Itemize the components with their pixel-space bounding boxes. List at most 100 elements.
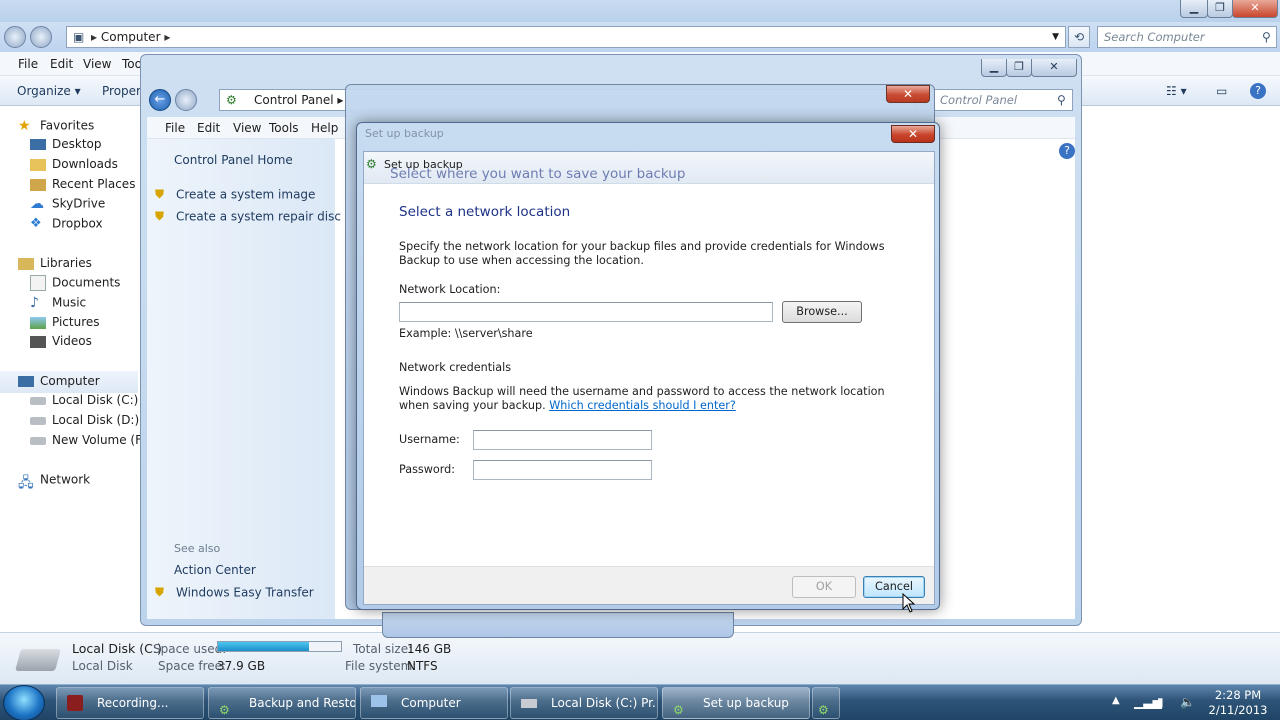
nav-local-disk-d[interactable]: Local Disk (D:): [30, 413, 139, 427]
taskbar: Recording... ⚙Backup and Restore Compute…: [0, 684, 1280, 720]
cp-menu-view[interactable]: View: [233, 121, 261, 135]
control-panel-home-link[interactable]: Control Panel Home: [174, 153, 293, 167]
browse-button[interactable]: Browse...: [782, 301, 862, 323]
nav-desktop[interactable]: Desktop: [30, 137, 102, 151]
taskbar-computer[interactable]: Computer: [360, 687, 508, 719]
search-icon[interactable]: ⚲: [1057, 93, 1066, 107]
cp-forward-button[interactable]: [175, 89, 197, 111]
credentials-text: Windows Backup will need the username an…: [399, 385, 885, 412]
credentials-help-link[interactable]: Which credentials should I enter?: [549, 399, 736, 412]
dialog-ghost-title: Set up backup: [365, 127, 444, 140]
cp-menu-help[interactable]: Help: [311, 121, 338, 135]
dialog-bg-heading: Select where you want to save your backu…: [390, 166, 686, 182]
cp-maximize-button[interactable]: ❐: [1006, 59, 1032, 77]
ok-button[interactable]: OK: [792, 576, 856, 598]
menu-file[interactable]: File: [18, 57, 38, 71]
forward-button[interactable]: [30, 26, 52, 48]
computer-icon: [371, 695, 387, 707]
create-repair-disc-link[interactable]: ⛊ Create a system repair disc: [155, 209, 341, 225]
cp-minimize-button[interactable]: ▁: [981, 59, 1007, 77]
minimize-button[interactable]: ▁: [1180, 0, 1208, 18]
videos-icon: [30, 335, 46, 348]
username-input[interactable]: [473, 430, 652, 450]
create-system-image-link[interactable]: ⛊ Create a system image: [155, 187, 315, 203]
nav-local-disk-c[interactable]: Local Disk (C:): [30, 393, 138, 407]
address-breadcrumb[interactable]: Computer: [101, 30, 161, 44]
dialog-content: ⚙ Set up backup Select where you want to…: [363, 151, 935, 605]
nav-videos[interactable]: Videos: [30, 334, 92, 348]
nav-new-volume-f[interactable]: New Volume (F:): [30, 433, 150, 447]
nav-favorites[interactable]: ★ Favorites: [18, 118, 94, 134]
cp-close-button[interactable]: ✕: [1031, 59, 1077, 77]
cp-help-icon[interactable]: ?: [1059, 143, 1075, 159]
taskbar-extra[interactable]: ⚙: [812, 687, 840, 719]
network-location-input[interactable]: [399, 302, 773, 322]
control-panel-icon: ⚙: [226, 93, 237, 107]
total-size-label: Total size:: [353, 642, 413, 656]
nav-documents[interactable]: Documents: [30, 275, 120, 291]
view-options-icon[interactable]: ☷ ▾: [1166, 84, 1187, 98]
help-icon[interactable]: ?: [1250, 83, 1266, 99]
preview-pane-icon[interactable]: ▭: [1216, 84, 1227, 98]
start-button[interactable]: [3, 685, 45, 720]
recording-icon: [67, 695, 83, 711]
drive-icon: [30, 436, 46, 445]
close-button[interactable]: ✕: [1232, 0, 1278, 18]
nav-music[interactable]: ♪ Music: [30, 295, 86, 311]
maximize-button[interactable]: ❐: [1207, 0, 1233, 18]
password-input[interactable]: [473, 460, 652, 480]
cp-menu-file[interactable]: File: [165, 121, 185, 135]
volume-icon[interactable]: 🔈: [1180, 695, 1195, 709]
cp-menu-edit[interactable]: Edit: [197, 121, 220, 135]
clock[interactable]: 2:28 PM 2/11/2013: [1200, 688, 1276, 718]
menu-tools[interactable]: Too: [122, 57, 142, 71]
details-drive-type: Local Disk: [72, 659, 133, 673]
taskbar-recording[interactable]: Recording...: [56, 687, 204, 719]
network-icon: 🖧: [18, 475, 34, 491]
taskbar-setup-backup[interactable]: ⚙ Set up backup: [662, 687, 810, 719]
action-center-link[interactable]: Action Center: [174, 563, 256, 577]
nav-computer[interactable]: Computer: [0, 371, 138, 393]
chevron-down-icon[interactable]: ▼: [1052, 27, 1059, 47]
explorer-address-bar: ▣ ▸ Computer ▸ ▼ ⟲ Search Computer ⚲: [0, 22, 1280, 52]
cp-breadcrumb[interactable]: Control Panel: [254, 93, 334, 107]
cloud-icon: ☁: [30, 196, 44, 212]
cp-menu-tools[interactable]: Tools: [269, 121, 299, 135]
back-button[interactable]: [4, 26, 26, 48]
space-free-label: Space free:: [158, 659, 227, 673]
shield-icon: ⛊: [155, 209, 165, 223]
windows-easy-transfer-link[interactable]: ⛊ Windows Easy Transfer: [155, 585, 314, 601]
details-drive-name: Local Disk (C:): [72, 641, 162, 656]
taskbar-backup-restore[interactable]: ⚙Backup and Restore: [208, 687, 356, 719]
shield-icon: ⛊: [155, 187, 165, 201]
backup-icon: ⚙: [219, 703, 230, 717]
power-icon[interactable]: ▮: [1157, 695, 1164, 709]
dialog-footer: OK Cancel: [364, 566, 934, 604]
dialog-close-button[interactable]: ✕: [891, 125, 935, 143]
search-icon[interactable]: ⚲: [1262, 30, 1271, 44]
refresh-icon[interactable]: ⟲: [1068, 26, 1090, 48]
mid-close-button[interactable]: ✕: [886, 85, 930, 103]
nav-recent-places[interactable]: Recent Places: [30, 177, 135, 191]
nav-dropbox[interactable]: ❖ Dropbox: [30, 216, 103, 232]
organize-button[interactable]: Organize ▾: [17, 84, 81, 98]
nav-skydrive[interactable]: ☁ SkyDrive: [30, 196, 105, 212]
libraries-icon: [18, 257, 34, 270]
show-hidden-icons-icon[interactable]: ▲: [1112, 695, 1120, 706]
search-input[interactable]: Search Computer: [1097, 26, 1277, 48]
nav-pictures[interactable]: Pictures: [30, 315, 100, 329]
cp-search-input[interactable]: Control Panel: [933, 89, 1073, 111]
details-pane: Local Disk (C:) Local Disk Space used: S…: [0, 632, 1280, 684]
drive-icon: [30, 396, 46, 405]
nav-network[interactable]: 🖧 Network: [18, 472, 90, 492]
taskbar-local-disk[interactable]: Local Disk (C:) Pr...: [510, 687, 658, 719]
menu-edit[interactable]: Edit: [50, 57, 73, 71]
address-box[interactable]: ▣ ▸ Computer ▸ ▼: [66, 26, 1066, 48]
menu-view[interactable]: View: [83, 57, 111, 71]
cp-back-button[interactable]: ←: [149, 89, 171, 111]
drive-icon: [30, 416, 46, 425]
desktop-icon: [30, 139, 46, 150]
music-icon: ♪: [30, 295, 39, 311]
nav-libraries[interactable]: Libraries: [18, 256, 92, 270]
nav-downloads[interactable]: Downloads: [30, 157, 118, 171]
